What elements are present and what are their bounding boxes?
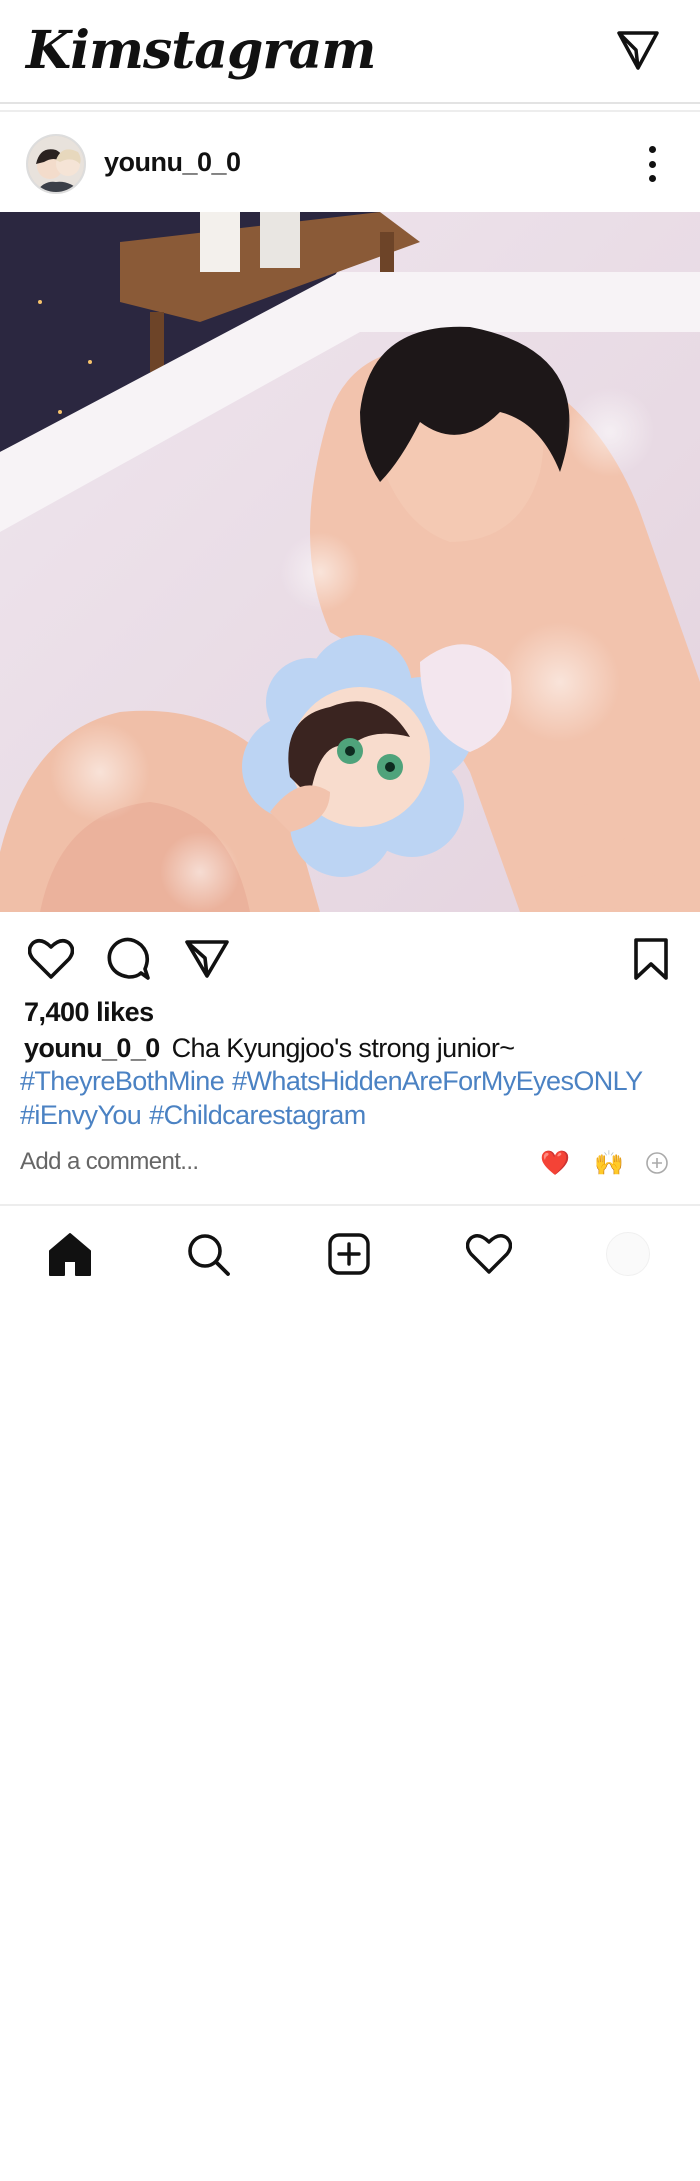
share-button[interactable] <box>182 934 232 984</box>
likes-count[interactable]: 7,400 likes <box>24 997 154 1028</box>
post-options-button[interactable] <box>640 142 664 186</box>
hashtags: #TheyreBothMine #WhatsHiddenAreForMyEyesO… <box>20 1064 690 1132</box>
home-icon <box>49 1233 91 1276</box>
bookmark-button[interactable] <box>626 934 676 984</box>
heart-reaction-button[interactable]: ❤️ <box>538 1148 572 1178</box>
post-image[interactable] <box>0 212 700 912</box>
top-app-bar: Kimstagram <box>0 0 700 104</box>
hashtag-link[interactable]: #Childcarestagram <box>149 1100 366 1130</box>
avatar[interactable] <box>26 134 86 194</box>
heart-icon <box>28 938 74 979</box>
nav-profile[interactable] <box>600 1226 656 1282</box>
comment-button[interactable] <box>104 934 154 984</box>
bottom-navigation <box>0 1220 700 1290</box>
nav-home[interactable] <box>42 1226 98 1282</box>
post-caption: younu_0_0 Cha Kyungjoo's strong junior~ <box>24 1031 684 1065</box>
plus-circle-icon <box>646 1152 668 1174</box>
more-vertical-icon <box>648 146 656 153</box>
comment-input[interactable]: Add a comment... <box>20 1148 199 1176</box>
post-username[interactable]: younu_0_0 <box>104 147 241 178</box>
search-icon <box>188 1234 230 1276</box>
hashtag-link[interactable]: #TheyreBothMine <box>20 1066 225 1096</box>
add-post-icon <box>328 1233 370 1275</box>
like-button[interactable] <box>26 934 76 984</box>
share-icon <box>185 940 229 978</box>
app-logo[interactable]: Kimstagram <box>26 20 376 81</box>
post-header: younu_0_0 <box>0 124 700 210</box>
profile-avatar <box>606 1232 650 1276</box>
bookmark-icon <box>634 938 668 980</box>
comment-icon <box>107 937 150 980</box>
direct-message-button[interactable] <box>610 22 666 78</box>
send-icon <box>617 31 659 70</box>
add-reaction-button[interactable] <box>640 1148 674 1178</box>
hashtag-link[interactable]: #iEnvyYou <box>20 1100 142 1130</box>
divider <box>0 1204 700 1206</box>
nav-activity[interactable] <box>461 1226 517 1282</box>
activity-heart-icon <box>466 1234 512 1274</box>
caption-text: Cha Kyungjoo's strong junior~ <box>171 1033 515 1063</box>
nav-create-post[interactable] <box>321 1226 377 1282</box>
hashtag-link[interactable]: #WhatsHiddenAreForMyEyesONLY <box>232 1066 643 1096</box>
post-actions <box>0 930 700 990</box>
nav-search[interactable] <box>180 1226 236 1282</box>
comment-row: Add a comment... ❤️ 🙌 <box>0 1144 700 1184</box>
caption-username[interactable]: younu_0_0 <box>24 1033 160 1063</box>
divider <box>0 110 700 112</box>
raised-hands-reaction-button[interactable]: 🙌 <box>592 1148 626 1178</box>
